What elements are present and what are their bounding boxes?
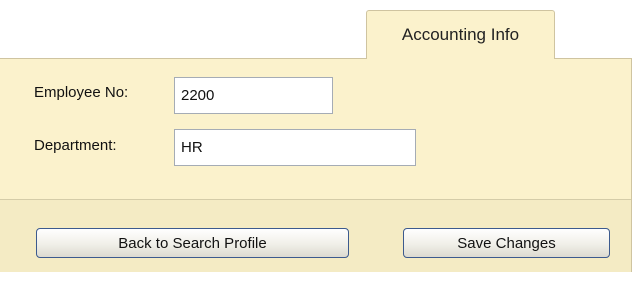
tab-accounting-info[interactable]: Accounting Info bbox=[366, 10, 555, 59]
employee-no-label: Employee No: bbox=[34, 84, 129, 101]
accounting-form-window: Accounting Info Employee No: Department:… bbox=[0, 0, 641, 291]
department-label: Department: bbox=[34, 137, 117, 154]
action-bar: Back to Search Profile Save Changes bbox=[0, 200, 631, 272]
employee-no-field[interactable] bbox=[174, 77, 333, 114]
employee-no-row: Employee No: bbox=[34, 77, 333, 114]
tab-accounting-info-label: Accounting Info bbox=[401, 25, 520, 44]
back-to-search-profile-button[interactable]: Back to Search Profile bbox=[36, 228, 349, 258]
accounting-info-panel: Employee No: Department: Back to Search … bbox=[0, 58, 632, 272]
department-row: Department: bbox=[34, 129, 416, 166]
department-field[interactable] bbox=[174, 129, 416, 166]
save-changes-button[interactable]: Save Changes bbox=[403, 228, 610, 258]
